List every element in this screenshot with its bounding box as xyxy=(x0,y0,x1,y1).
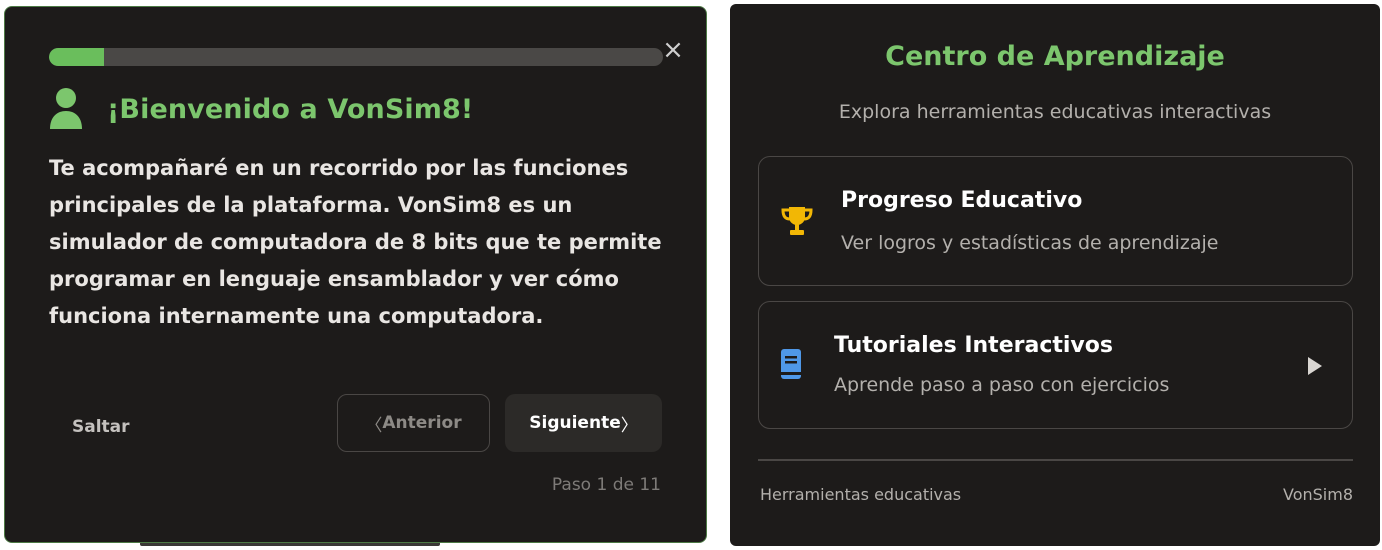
card-title: Progreso Educativo xyxy=(841,188,1083,213)
next-button[interactable]: Siguiente 〉 xyxy=(505,394,662,452)
skip-button[interactable]: Saltar xyxy=(72,417,130,437)
footer-brand: VonSim8 xyxy=(1283,485,1353,504)
card-tutoriales-interactivos[interactable]: Tutoriales Interactivos Aprende paso a p… xyxy=(758,301,1353,429)
next-button-label: Siguiente xyxy=(529,413,621,433)
tour-progress-bar xyxy=(49,48,663,66)
tour-title: ¡Bienvenido a VonSim8! xyxy=(107,93,474,125)
chevron-right-icon: 〉 xyxy=(620,415,638,436)
trophy-icon xyxy=(781,207,813,235)
tour-progress-fill xyxy=(49,48,105,66)
previous-button[interactable]: 〈 Anterior xyxy=(337,394,490,452)
previous-button-label: Anterior xyxy=(382,413,462,433)
book-icon xyxy=(781,349,801,379)
close-button[interactable]: × xyxy=(660,37,686,63)
divider xyxy=(758,459,1353,461)
screen: × ¡Bienvenido a VonSim8! Te acompañaré e… xyxy=(0,0,1382,550)
close-icon: × xyxy=(662,35,684,65)
user-icon xyxy=(50,88,82,129)
tour-description: Te acompañaré en un recorrido por las fu… xyxy=(49,156,662,328)
card-description: Ver logros y estadísticas de aprendizaje xyxy=(841,232,1219,254)
tour-dialog: × ¡Bienvenido a VonSim8! Te acompañaré e… xyxy=(4,6,707,543)
footer-caption: Herramientas educativas xyxy=(760,485,962,504)
card-title: Tutoriales Interactivos xyxy=(834,333,1113,358)
step-indicator: Paso 1 de 11 xyxy=(551,475,661,495)
panel-title: Centro de Aprendizaje xyxy=(885,41,1225,72)
panel-subtitle: Explora herramientas educativas interact… xyxy=(838,101,1272,123)
learning-center-panel: Centro de Aprendizaje Explora herramient… xyxy=(730,4,1380,546)
card-progreso-educativo[interactable]: Progreso Educativo Ver logros y estadíst… xyxy=(758,156,1353,286)
tour-header: ¡Bienvenido a VonSim8! xyxy=(49,87,473,131)
card-description: Aprende paso a paso con ejercicios xyxy=(834,374,1170,396)
chevron-left-icon: 〈 xyxy=(365,415,383,436)
play-icon xyxy=(1308,357,1322,375)
